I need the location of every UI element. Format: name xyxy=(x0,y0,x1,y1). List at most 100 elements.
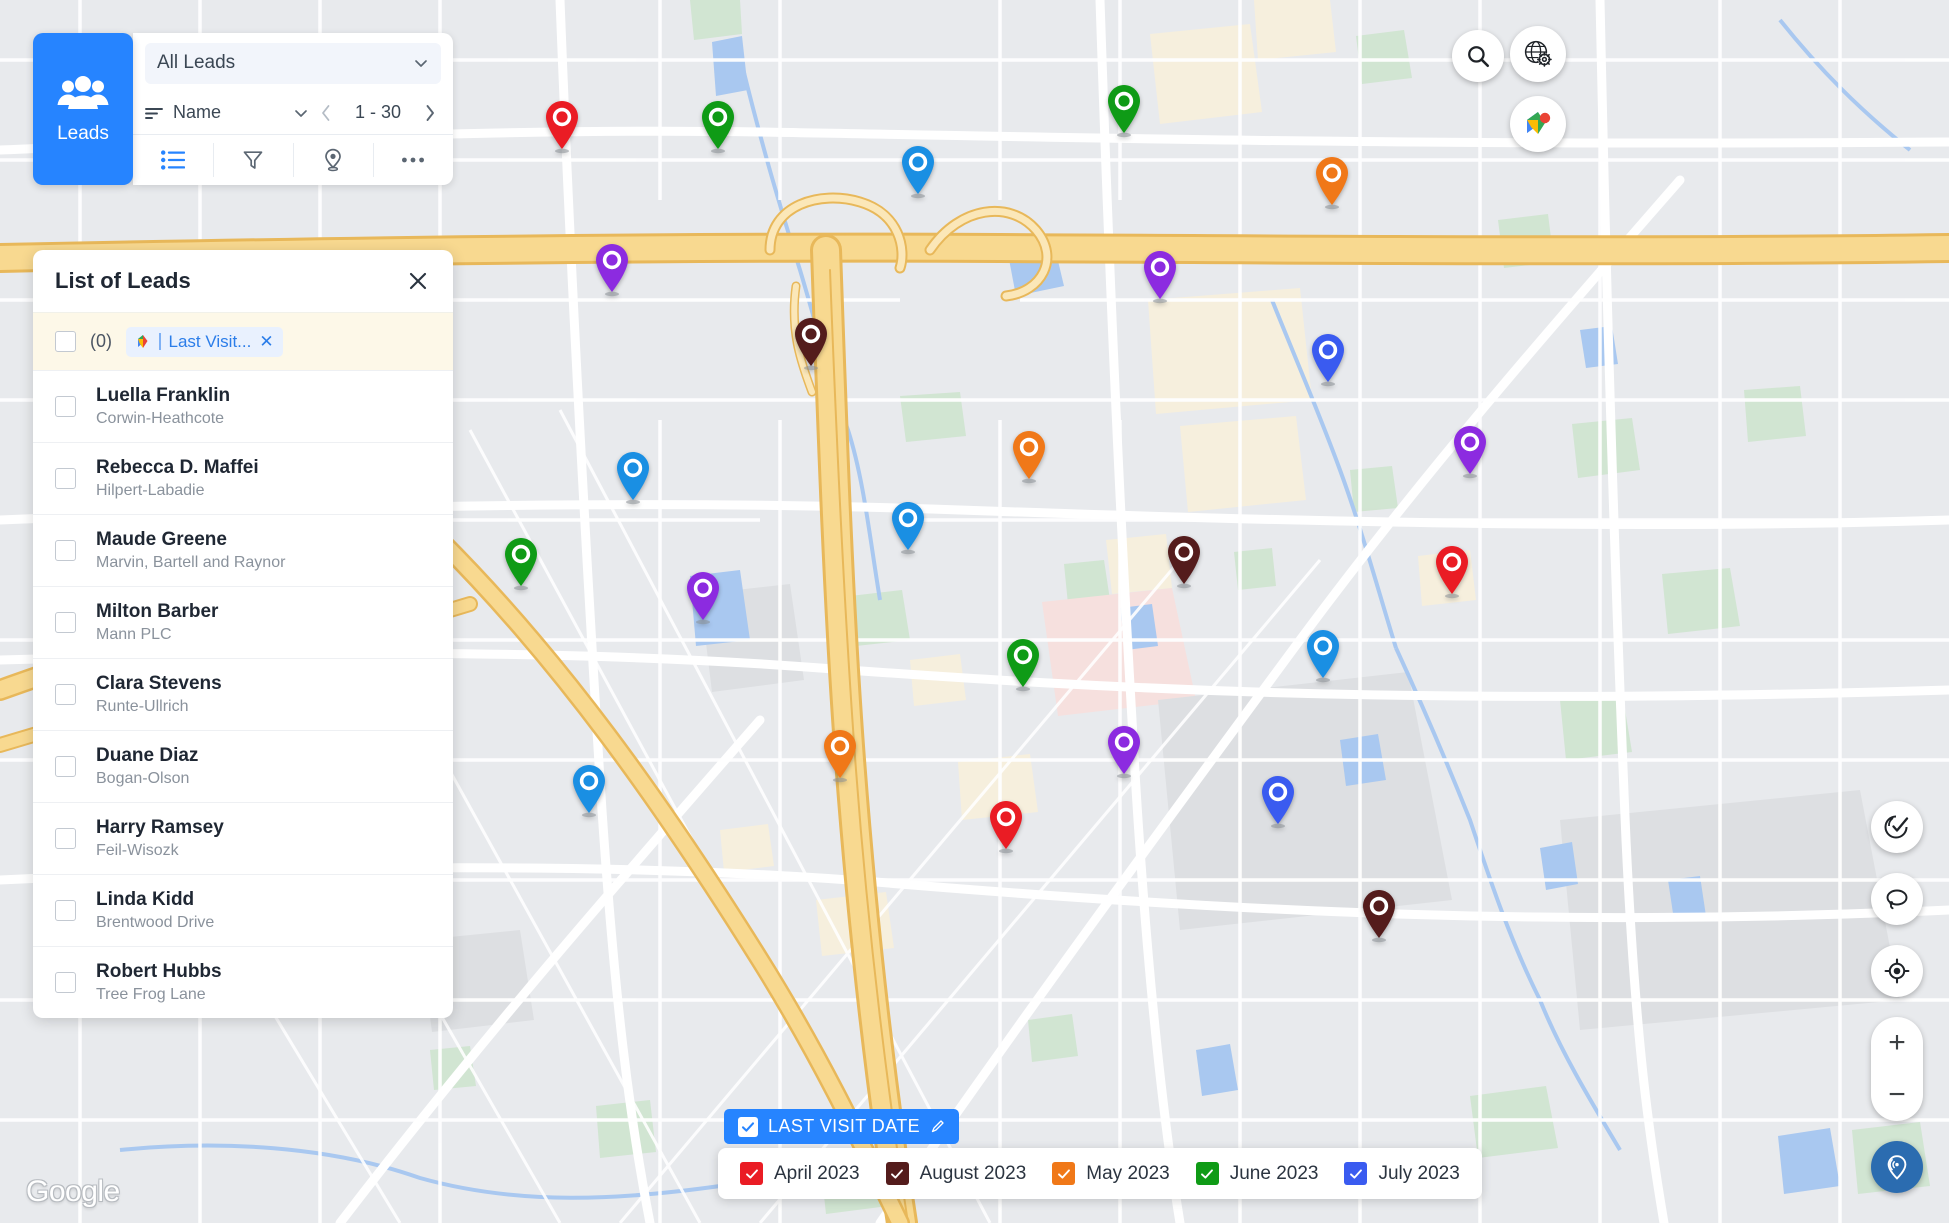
map-marker[interactable] xyxy=(1258,774,1298,830)
legend-item-checkbox[interactable] xyxy=(740,1162,763,1185)
lead-company: Tree Frog Lane xyxy=(96,986,222,1004)
map-marker[interactable] xyxy=(888,500,928,556)
map-marker[interactable] xyxy=(1308,332,1348,388)
search-icon xyxy=(1465,43,1491,69)
lasso-icon xyxy=(1883,885,1911,913)
view-tools-row xyxy=(133,134,453,185)
lead-checkbox[interactable] xyxy=(55,828,76,849)
legend-title-chip[interactable]: LAST VISIT DATE xyxy=(724,1109,959,1144)
map-pin-icon xyxy=(683,570,723,626)
tool-more[interactable] xyxy=(373,135,453,185)
lead-row[interactable]: Linda KiddBrentwood Drive xyxy=(33,874,453,946)
map-marker[interactable] xyxy=(1104,83,1144,139)
module-tile-leads[interactable]: Leads xyxy=(33,33,133,185)
chip-remove-icon[interactable]: ✕ xyxy=(259,333,273,350)
tool-list-view[interactable] xyxy=(133,135,213,185)
radius-select-button[interactable] xyxy=(1871,801,1923,853)
map-marker[interactable] xyxy=(791,316,831,372)
map-pin-icon xyxy=(1432,544,1472,600)
lead-row[interactable]: Robert HubbsTree Frog Lane xyxy=(33,946,453,1018)
map-marker[interactable] xyxy=(592,242,632,298)
funnel-icon xyxy=(242,149,264,171)
pencil-icon[interactable] xyxy=(930,1119,945,1134)
lead-company: Corwin-Heathcote xyxy=(96,410,230,428)
map-marker[interactable] xyxy=(698,99,738,155)
legend-items: April 2023 August 2023 May 2023 June 2023 Ju… xyxy=(718,1148,1482,1199)
lead-checkbox[interactable] xyxy=(55,468,76,489)
map-marker[interactable] xyxy=(683,570,723,626)
lead-row[interactable]: Milton BarberMann PLC xyxy=(33,586,453,658)
legend-item[interactable]: August 2023 xyxy=(886,1162,1027,1185)
map-marker[interactable] xyxy=(1450,424,1490,480)
legend-item[interactable]: July 2023 xyxy=(1344,1162,1459,1185)
map-marker[interactable] xyxy=(1140,249,1180,305)
tool-filter[interactable] xyxy=(213,135,293,185)
lead-name: Clara Stevens xyxy=(96,673,222,695)
legend-item[interactable]: May 2023 xyxy=(1052,1162,1169,1185)
lead-checkbox[interactable] xyxy=(55,612,76,633)
map-marker[interactable] xyxy=(820,728,860,784)
map-marker[interactable] xyxy=(501,536,541,592)
map-marker[interactable] xyxy=(1164,534,1204,590)
pager-prev-button[interactable] xyxy=(315,102,337,124)
map-marker[interactable] xyxy=(569,763,609,819)
lead-name: Maude Greene xyxy=(96,529,285,551)
lead-row[interactable]: Maude GreeneMarvin, Bartell and Raynor xyxy=(33,514,453,586)
my-location-button[interactable] xyxy=(1871,945,1923,997)
lead-row[interactable]: Duane DiazBogan-Olson xyxy=(33,730,453,802)
legend-item-label: July 2023 xyxy=(1378,1163,1459,1185)
map-pin-icon xyxy=(898,144,938,200)
active-filter-chip[interactable]: Last Visit... ✕ xyxy=(126,327,283,357)
map-layer-google-button[interactable] xyxy=(1510,96,1566,152)
map-marker[interactable] xyxy=(613,450,653,506)
lead-checkbox[interactable] xyxy=(55,900,76,921)
place-pin-button[interactable] xyxy=(1871,1141,1923,1193)
map-marker[interactable] xyxy=(1009,429,1049,485)
lead-checkbox[interactable] xyxy=(55,972,76,993)
select-all-checkbox[interactable] xyxy=(55,331,76,352)
map-marker[interactable] xyxy=(898,144,938,200)
lead-checkbox[interactable] xyxy=(55,540,76,561)
map-marker[interactable] xyxy=(1003,637,1043,693)
lead-row[interactable]: Clara StevensRunte-Ullrich xyxy=(33,658,453,730)
map-marker[interactable] xyxy=(986,799,1026,855)
map-pin-icon xyxy=(613,450,653,506)
legend-item-checkbox[interactable] xyxy=(1052,1162,1075,1185)
map-marker[interactable] xyxy=(1359,888,1399,944)
legend-item[interactable]: June 2023 xyxy=(1196,1162,1319,1185)
map-marker[interactable] xyxy=(1303,628,1343,684)
legend-title-checkbox[interactable] xyxy=(738,1117,758,1137)
pager-next-button[interactable] xyxy=(419,102,441,124)
legend-item-checkbox[interactable] xyxy=(886,1162,909,1185)
map-globe-settings-button[interactable] xyxy=(1510,26,1566,82)
map-marker[interactable] xyxy=(1432,544,1472,600)
zoom-in-button[interactable]: + xyxy=(1871,1017,1923,1069)
panel-close-button[interactable] xyxy=(405,268,431,294)
lead-row[interactable]: Rebecca D. MaffeiHilpert-Labadie xyxy=(33,442,453,514)
selected-count: (0) xyxy=(90,331,112,352)
zoom-out-button[interactable]: − xyxy=(1871,1069,1923,1121)
map-pin-icon xyxy=(1104,83,1144,139)
view-select[interactable]: All Leads xyxy=(145,43,441,84)
lead-row[interactable]: Harry RamseyFeil-Wisozk xyxy=(33,802,453,874)
legend-item-checkbox[interactable] xyxy=(1344,1162,1367,1185)
lead-row[interactable]: Luella FranklinCorwin-Heathcote xyxy=(33,370,453,442)
map-pin-icon xyxy=(592,242,632,298)
tool-map-pin[interactable] xyxy=(293,135,373,185)
map-search-button[interactable] xyxy=(1452,30,1504,82)
lead-checkbox[interactable] xyxy=(55,756,76,777)
map-pin-icon xyxy=(1303,628,1343,684)
legend-item[interactable]: April 2023 xyxy=(740,1162,860,1185)
map-marker[interactable] xyxy=(1104,724,1144,780)
leads-list: Luella FranklinCorwin-HeathcoteRebecca D… xyxy=(33,370,453,1018)
lead-checkbox[interactable] xyxy=(55,684,76,705)
lead-checkbox[interactable] xyxy=(55,396,76,417)
check-icon xyxy=(890,1167,904,1181)
freehand-select-button[interactable] xyxy=(1871,873,1923,925)
pagination: 1 - 30 xyxy=(315,102,441,124)
sort-control[interactable]: Name xyxy=(145,102,309,123)
map-marker[interactable] xyxy=(1312,155,1352,211)
map-marker[interactable] xyxy=(542,99,582,155)
check-icon xyxy=(1057,1167,1071,1181)
legend-item-checkbox[interactable] xyxy=(1196,1162,1219,1185)
